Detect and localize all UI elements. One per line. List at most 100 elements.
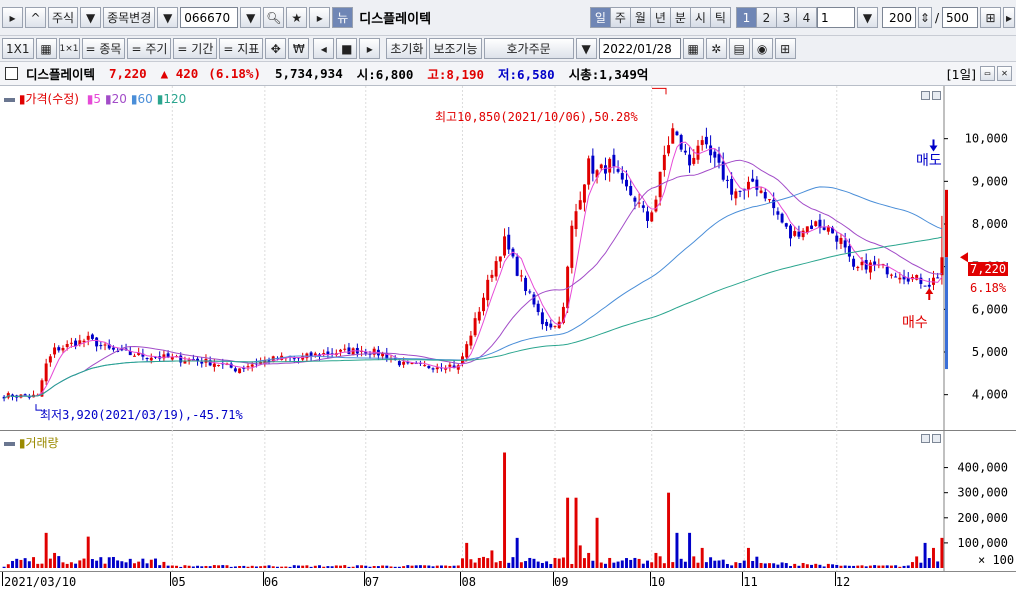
search-icon[interactable]: 🔍︎ (263, 7, 285, 28)
code-dropdown-icon[interactable]: ▼ (240, 7, 262, 28)
time-axis: 2021/03/10 05 06 07 08 09 10 11 12 (0, 571, 1016, 597)
prev-icon[interactable]: ◂ (313, 38, 335, 59)
change-dropdown-icon[interactable]: ▼ (157, 7, 179, 28)
play-icon[interactable]: ▸ (359, 38, 381, 59)
change-stock-button[interactable]: 종목변경 (103, 7, 156, 28)
pane-handle-icon[interactable] (4, 97, 15, 102)
volume-bar (410, 565, 414, 568)
stock-code-input[interactable]: 066670 (180, 7, 239, 28)
count-tab-1[interactable]: 1 (735, 7, 757, 28)
candle-body (435, 367, 439, 370)
maximize-icon[interactable]: ▭ (980, 66, 995, 81)
interval-input[interactable]: 1 (816, 7, 855, 28)
volume-bar (196, 565, 200, 568)
info-change-pct: (6.18%) (208, 66, 261, 81)
xaxis-label-0: 2021/03/10 (4, 575, 77, 589)
cycle-button[interactable]: = 주기 (127, 38, 172, 59)
volume-bar (789, 565, 792, 568)
aux-function-button[interactable]: 보조기능 (429, 38, 482, 59)
candle-body (503, 236, 507, 256)
ma-legend-5: ▮5 (86, 92, 102, 106)
volume-bar (503, 452, 507, 568)
next-arrow-icon[interactable]: ▸ (309, 7, 331, 28)
period-tab-6[interactable]: 틱 (709, 7, 731, 28)
item-button[interactable]: = 종목 (81, 38, 126, 59)
volume-bar (351, 566, 355, 568)
count-tab-3[interactable]: 3 (775, 7, 797, 28)
calendar-icon[interactable]: ▦ (682, 38, 704, 59)
select-checkbox[interactable] (5, 67, 18, 80)
volume-pane-close-icon[interactable] (932, 434, 941, 443)
price-chart[interactable]: 4,0005,0006,0007,0008,0009,00010,000 (0, 86, 1016, 430)
indicator-button[interactable]: = 지표 (219, 38, 264, 59)
count-spinner-icon[interactable]: ⇕ (917, 7, 932, 28)
period-tab-4[interactable]: 분 (669, 7, 691, 28)
market-dropdown-icon[interactable]: ▼ (80, 7, 102, 28)
range-button[interactable]: = 기간 (173, 38, 218, 59)
candle-body (48, 356, 52, 363)
pane-minimize-icon[interactable] (921, 91, 930, 100)
reset-button[interactable]: 초기화 (386, 38, 428, 59)
volume-bar (873, 565, 877, 568)
interval-dropdown-icon[interactable]: ▼ (856, 7, 878, 28)
pane-close-icon[interactable] (932, 91, 941, 100)
period-tab-3[interactable]: 년 (649, 7, 671, 28)
xaxis-label-1: 05 (171, 575, 186, 589)
settings-gear-icon[interactable]: ✲ (705, 38, 727, 59)
volume-bar (360, 565, 364, 568)
layout-button[interactable]: 1X1 (2, 38, 34, 59)
grid-icon[interactable]: ▦ (35, 38, 57, 59)
candle-body (99, 345, 103, 347)
add-window-icon[interactable]: ⊞ (980, 7, 1001, 28)
display-count-input[interactable]: 200 (881, 7, 916, 28)
scroll-right-icon[interactable]: ▸ (1003, 7, 1015, 28)
move-icon[interactable]: ✥ (265, 38, 287, 59)
volume-chart[interactable]: 100,000 200,000 300,000 400,000 (0, 430, 1016, 571)
volume-bar (507, 562, 511, 568)
volume-bar (553, 557, 557, 568)
up-arrow-button[interactable]: ^ (25, 7, 46, 28)
candle-body (95, 337, 99, 347)
stop-icon[interactable]: ■ (336, 38, 358, 59)
single-view-icon[interactable]: 1×1 (58, 38, 80, 59)
candle-body (734, 191, 738, 199)
volume-bar (44, 532, 48, 568)
won-icon[interactable]: ₩ (288, 38, 310, 59)
volume-bar (397, 566, 401, 568)
volume-bar (61, 562, 65, 568)
candle-body (347, 347, 351, 355)
order-dropdown-icon[interactable]: ▼ (575, 38, 597, 59)
chart-settings-icon[interactable]: ▤ (728, 38, 750, 59)
order-button[interactable]: 호가주문 (483, 38, 574, 59)
period-tab-5[interactable]: 시 (689, 7, 711, 28)
xaxis-label-5: 09 (554, 575, 569, 589)
volume-bar (696, 562, 700, 568)
favorite-star-icon[interactable]: ★ (286, 7, 308, 28)
volume-pane-handle-icon[interactable] (4, 441, 15, 446)
volume-pane-minimize-icon[interactable] (921, 434, 930, 443)
candle-body (587, 158, 591, 185)
volume-bar (82, 558, 86, 568)
volume-bar (906, 565, 910, 568)
volume-bar (683, 561, 687, 568)
date-input[interactable]: 2022/01/28 (598, 38, 681, 59)
candle-body (507, 234, 511, 250)
new-window-icon[interactable]: ⊞ (774, 38, 796, 59)
close-icon[interactable]: ✕ (997, 66, 1012, 81)
count-tab-4[interactable]: 4 (795, 7, 817, 28)
volume-bar (124, 562, 128, 568)
period-tab-1[interactable]: 주 (609, 7, 631, 28)
volume-bar (27, 561, 31, 568)
magnifier-icon[interactable]: ◉ (751, 38, 773, 59)
period-tab-2[interactable]: 월 (629, 7, 651, 28)
price-legend-label: 가격(수정) (25, 92, 79, 106)
menu-icon[interactable]: ▸ (2, 7, 23, 28)
count-tab-2[interactable]: 2 (755, 7, 777, 28)
volume-bar (545, 561, 549, 568)
total-count-input[interactable]: 500 (942, 7, 978, 28)
volume-bar (280, 566, 284, 568)
volume-bar (511, 557, 515, 568)
market-select[interactable]: 주식 (48, 7, 79, 28)
candle-body (326, 351, 330, 355)
period-tab-0[interactable]: 일 (589, 7, 611, 28)
